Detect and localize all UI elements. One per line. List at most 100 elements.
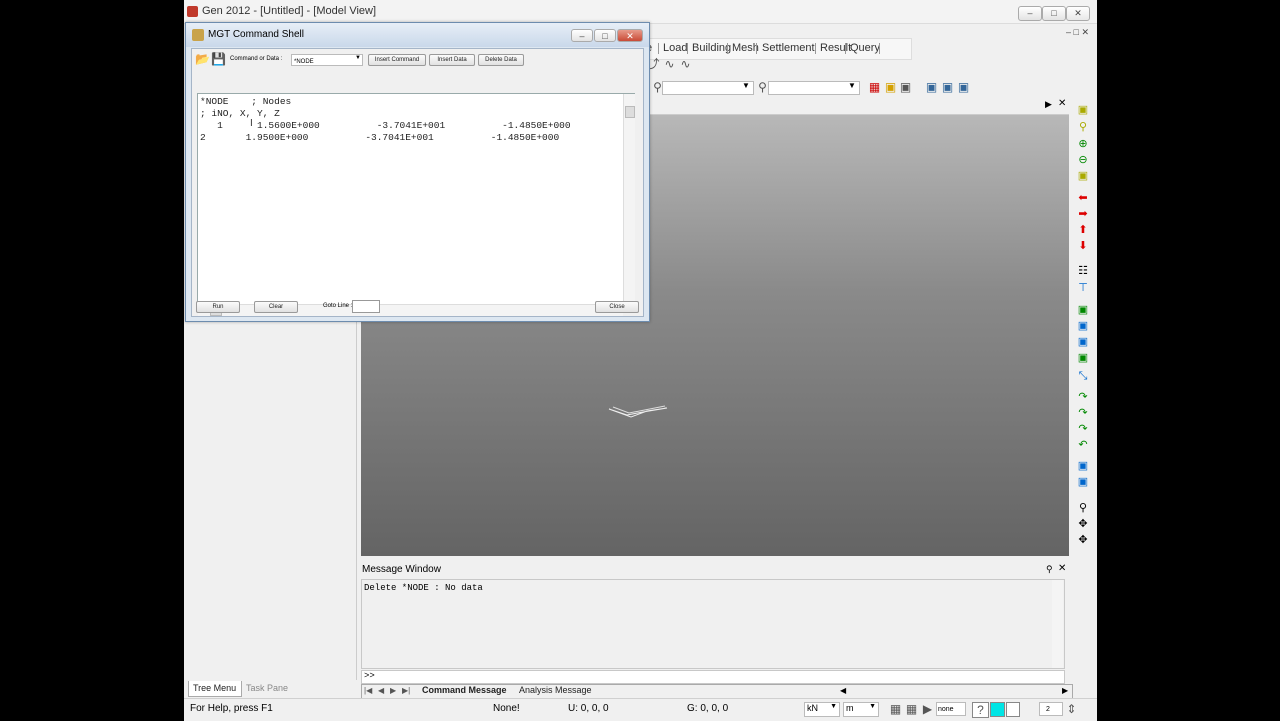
front-view-icon[interactable]: ▣ [1077,336,1089,348]
command-select-value: *NODE [294,59,314,65]
pan-up-icon[interactable]: ⬆ [1077,224,1089,236]
command-editor[interactable]: *NODE ; Nodes ; iNO, X, Y, Z 1 1.5600E+0… [197,93,635,316]
chevron-right-icon[interactable]: ▶ [1045,99,1052,110]
insert-data-button[interactable]: Insert Data [429,54,475,66]
grid-icon[interactable]: ☷ [1077,265,1089,277]
rotate-y-icon[interactable]: ↷ [1077,407,1089,419]
editor-line: *NODE ; Nodes [200,96,292,107]
toggle-box[interactable] [1006,702,1020,717]
tab-nav-first-icon[interactable]: |◀ [364,686,372,695]
spinner-icon[interactable]: ⇕ [1064,702,1079,716]
rotate-icon[interactable]: ⤡ [1077,370,1089,382]
page-value: 2 [1046,706,1050,713]
snap-icon[interactable]: ▦ [904,702,919,716]
message-scrollbar[interactable] [1052,580,1063,668]
command-input[interactable]: >> [361,670,1065,684]
tab-command-message[interactable]: Command Message [422,685,507,695]
capture-icon[interactable]: ▣ [1077,476,1089,488]
status-selection: None! [493,703,520,714]
pan-left-icon[interactable]: ⬅ [1077,192,1089,204]
menu-separator [756,43,757,54]
menu-item-load[interactable]: Load [663,42,687,54]
editor-vscrollbar[interactable] [623,94,635,304]
length-unit-select[interactable]: m ▼ [843,702,879,717]
zoom-in-icon[interactable]: ⊕ [1077,138,1089,150]
top-view-icon[interactable]: ▣ [1077,320,1089,332]
clear-button[interactable]: Clear [254,301,298,313]
pin-icon[interactable]: ⚲ [1046,564,1053,575]
delete-data-button[interactable]: Delete Data [478,54,524,66]
menu-separator [815,43,816,54]
move-icon[interactable]: ✥ [1077,518,1089,530]
rotate-x-icon[interactable]: ↷ [1077,391,1089,403]
rotate-z-icon[interactable]: ↷ [1077,423,1089,435]
pan-down-icon[interactable]: ⬇ [1077,240,1089,252]
command-select[interactable]: *NODE ▼ [291,54,363,66]
close-icon[interactable]: ✕ [1058,98,1066,109]
pan-icon[interactable]: ✥ [1077,534,1089,546]
link-tool-icon[interactable]: ∿ [662,57,677,71]
iso-view-icon[interactable]: ▣ [1077,304,1089,316]
scroll-right-icon[interactable]: ▶ [1062,686,1068,695]
message-line: Delete *NODE : No data [364,583,483,593]
close-dialog-button[interactable]: Close [595,301,639,313]
page-select[interactable]: 2 [1039,702,1063,716]
toolbar-combo-2[interactable] [768,81,860,95]
editor-vscroll-thumb[interactable] [625,106,635,118]
view-icon[interactable]: ▣ [924,80,939,94]
scroll-left-icon[interactable]: ◀ [840,686,846,695]
save-icon[interactable]: 💾 [211,52,226,66]
chevron-down-icon: ▼ [355,55,361,61]
none-select-value: none [938,706,954,713]
tab-task-pane[interactable]: Task Pane [242,681,298,696]
tree-panel[interactable] [186,318,357,680]
insert-command-button[interactable]: Insert Command [368,54,426,66]
snap-icon[interactable]: ▦ [888,702,903,716]
color-swatch[interactable] [990,702,1005,717]
view-icon[interactable]: ▣ [940,80,955,94]
help-icon[interactable]: ? [972,702,989,718]
maximize-button[interactable]: □ [1042,6,1066,21]
play-icon[interactable]: ▶ [920,702,935,716]
menu-item-settlement[interactable]: Settlement [762,42,815,54]
zoom-all-icon[interactable]: ▣ [1077,170,1089,182]
zoom-window-icon[interactable]: ⚲ [1077,121,1089,133]
run-button[interactable]: Run [196,301,240,313]
connect-tool-icon[interactable]: ∿ [678,57,693,71]
close-button[interactable]: ✕ [1066,6,1090,21]
menu-item-result[interactable]: Result [820,42,851,54]
menu-item-query[interactable]: Query [850,42,880,54]
tab-nav-last-icon[interactable]: ▶| [402,686,410,695]
message-output[interactable]: Delete *NODE : No data [361,579,1065,669]
unlock-icon[interactable]: ▣ [883,80,898,94]
rotate-neg-icon[interactable]: ↶ [1077,439,1089,451]
menu-item-building[interactable]: Building [692,42,731,54]
search-icon[interactable]: ⚲ [1077,502,1089,514]
menu-item-mesh[interactable]: Mesh [732,42,759,54]
tab-task-pane-label: Task Pane [246,683,289,693]
side-view-icon[interactable]: ▣ [1077,352,1089,364]
zoom-fit-icon[interactable]: ▣ [1077,104,1089,116]
tab-analysis-message[interactable]: Analysis Message [519,685,592,695]
dialog-minimize-button[interactable]: – [571,29,593,42]
tab-nav-prev-icon[interactable]: ◀ [378,686,384,695]
view-icon[interactable]: ▣ [956,80,971,94]
lock-icon[interactable]: ▣ [898,80,913,94]
open-folder-icon[interactable]: 📂 [195,52,210,66]
goto-line-input[interactable] [352,300,380,313]
camera-icon[interactable]: ▣ [1077,460,1089,472]
none-select[interactable]: none [936,702,966,716]
close-icon[interactable]: ✕ [1058,563,1066,574]
dialog-restore-button[interactable]: □ [594,29,616,42]
minimize-button[interactable]: – [1018,6,1042,21]
tab-nav-next-icon[interactable]: ▶ [390,686,396,695]
zoom-out-icon[interactable]: ⊖ [1077,154,1089,166]
tab-tree-menu[interactable]: Tree Menu [188,681,242,697]
force-unit-select[interactable]: kN ▼ [804,702,840,717]
pan-right-icon[interactable]: ➡ [1077,208,1089,220]
dialog-close-button[interactable]: ✕ [617,29,643,42]
mdi-window-controls[interactable]: – □ ✕ [1066,27,1089,38]
snap-icon[interactable]: ▦ [867,80,882,94]
toolbar-combo-1[interactable] [662,81,754,95]
axis-icon[interactable]: ⊤ [1077,282,1089,294]
